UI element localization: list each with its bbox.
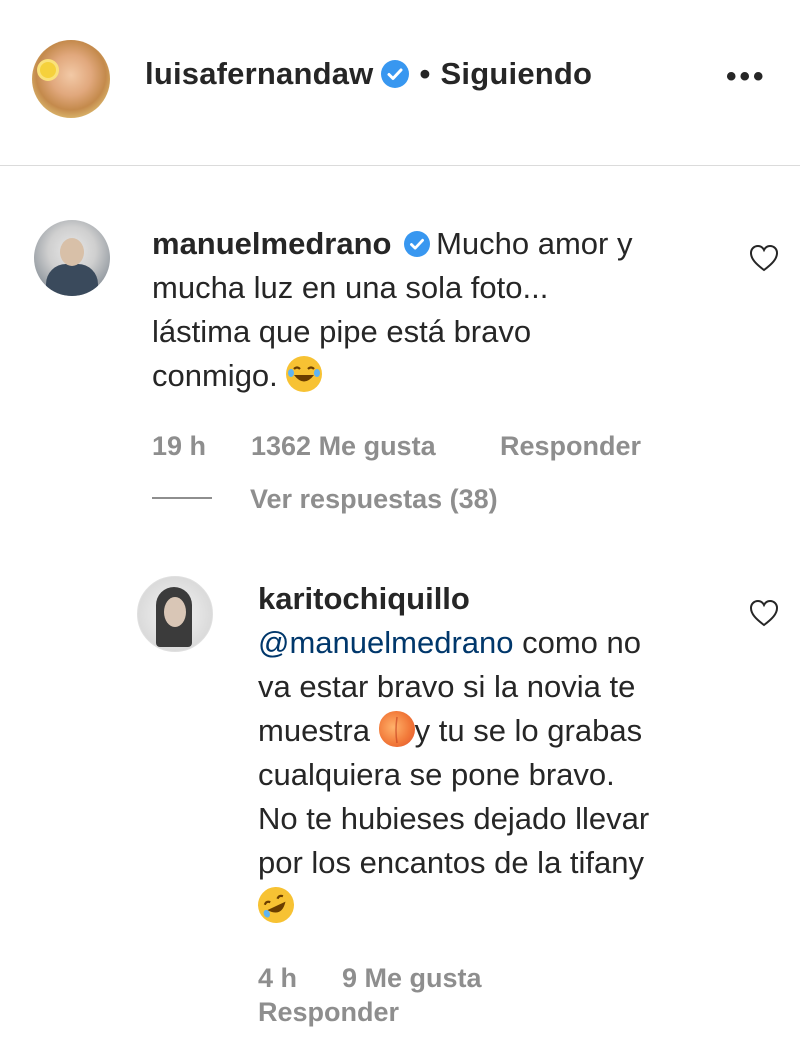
- comment-text-line: conmigo.: [152, 358, 278, 393]
- comment-text-line: mucha luz en una sola foto...: [152, 270, 549, 305]
- rolling-on-the-floor-laughing-icon: [252, 881, 300, 929]
- more-options-icon[interactable]: •••: [726, 62, 767, 92]
- commenter-avatar[interactable]: [34, 220, 110, 296]
- comment-body: karitochiquillo @manuelmedrano como no v…: [252, 577, 728, 929]
- separator-dot: •: [419, 56, 431, 91]
- comment-timestamp: 4 h: [258, 963, 298, 993]
- like-heart-icon[interactable]: [749, 244, 779, 272]
- author-username[interactable]: luisafernandaw: [145, 56, 373, 92]
- author-avatar[interactable]: [32, 40, 110, 118]
- comment-text-line: como no: [513, 625, 642, 660]
- comment-text-line: cualquiera se pone bravo.: [258, 757, 615, 792]
- replies-divider: [152, 497, 212, 499]
- following-button[interactable]: Siguiendo: [441, 56, 593, 92]
- comment-text-line: muestra: [258, 713, 379, 748]
- verified-badge-icon: [381, 60, 410, 88]
- post-header: luisafernandaw • Siguiendo •••: [0, 0, 800, 166]
- view-replies-button[interactable]: Ver respuestas (38): [250, 484, 498, 515]
- reply-button[interactable]: Responder: [500, 431, 641, 462]
- verified-badge-icon: [404, 231, 431, 257]
- comment-username[interactable]: karitochiquillo: [258, 577, 728, 621]
- comment-text-line: lástima que pipe está bravo: [152, 314, 532, 349]
- like-heart-icon[interactable]: [749, 599, 779, 627]
- author-info: luisafernandaw • Siguiendo: [145, 56, 592, 92]
- comment-text-line: va estar bravo si la novia te: [258, 669, 636, 704]
- comment-username[interactable]: manuelmedrano: [152, 226, 391, 261]
- comment-timestamp: 19 h: [152, 431, 207, 461]
- comment-body: manuelmedrano Mucho amor y mucha luz en …: [152, 222, 722, 398]
- comment-likes[interactable]: 1362 Me gusta: [251, 431, 436, 462]
- peach-icon: [378, 711, 415, 747]
- face-with-tears-of-joy-icon: [286, 356, 323, 392]
- comment-text-line: Mucho amor y: [436, 226, 633, 261]
- comment-text-line: No te hubieses dejado llevar: [258, 801, 650, 836]
- commenter-avatar[interactable]: [137, 576, 213, 652]
- comment-text-line: y tu se lo grabas: [414, 713, 643, 748]
- comment-likes[interactable]: 9 Me gusta: [342, 963, 482, 994]
- comment-text-line: por los encantos de la tifany: [258, 845, 645, 880]
- mention-link[interactable]: @manuelmedrano: [258, 625, 514, 660]
- reply-button[interactable]: Responder: [258, 997, 399, 1028]
